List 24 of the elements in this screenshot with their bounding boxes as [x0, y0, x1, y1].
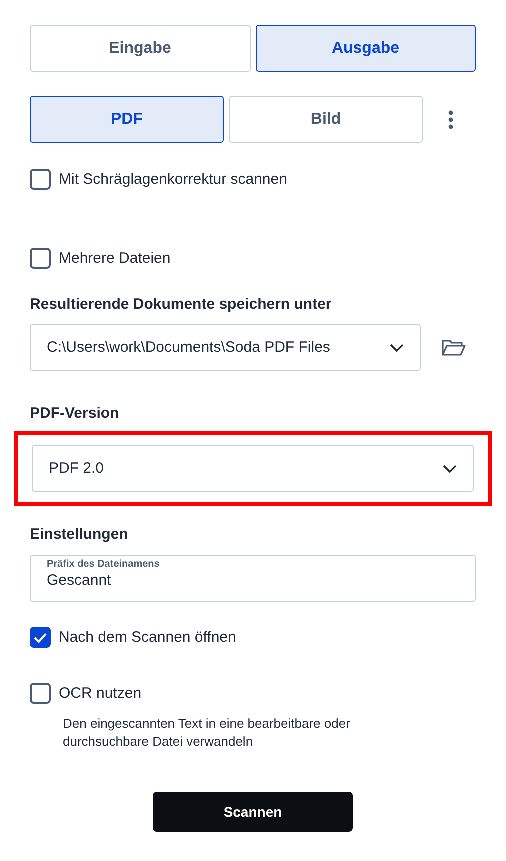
scan-button[interactable]: Scannen	[153, 792, 353, 832]
section-label: Resultierende Dokumente speichern unter	[30, 296, 333, 313]
tab[interactable]: Ausgabe	[256, 25, 476, 72]
chevron-down-icon	[390, 344, 404, 352]
checkbox[interactable]	[30, 627, 51, 648]
folder-icon[interactable]	[442, 338, 466, 356]
checkbox-label[interactable]: Nach dem Scannen öffnen	[59, 629, 236, 646]
checkbox[interactable]	[30, 169, 51, 190]
checkbox[interactable]	[30, 683, 51, 704]
chevron-down-icon	[443, 464, 457, 472]
checkbox-label[interactable]: Mit Schräglagenkorrektur scannen	[59, 171, 288, 188]
path-dropdown[interactable]: C:\Users\work\Documents\Soda PDF Files	[30, 324, 421, 371]
check-icon	[34, 632, 47, 642]
checkbox-label[interactable]: Mehrere Dateien	[59, 250, 171, 267]
section-label: PDF-Version	[30, 405, 120, 422]
section-label: Einstellungen	[30, 526, 130, 543]
version-dropdown[interactable]: PDF 2.0	[32, 445, 474, 492]
format-tab[interactable]: Bild	[229, 96, 423, 143]
format-tab[interactable]: PDF	[30, 96, 224, 143]
checkbox-label[interactable]: OCR nutzen	[59, 685, 142, 702]
description-text: Den eingescannten Text in eine bearbeitbare oder durchsuchbare Datei verwandeln	[63, 715, 352, 751]
checkbox[interactable]	[30, 248, 51, 269]
prefix-field[interactable]: Präfix des Dateinamens Gescannt	[30, 555, 476, 602]
tab[interactable]: Eingabe	[30, 25, 250, 72]
